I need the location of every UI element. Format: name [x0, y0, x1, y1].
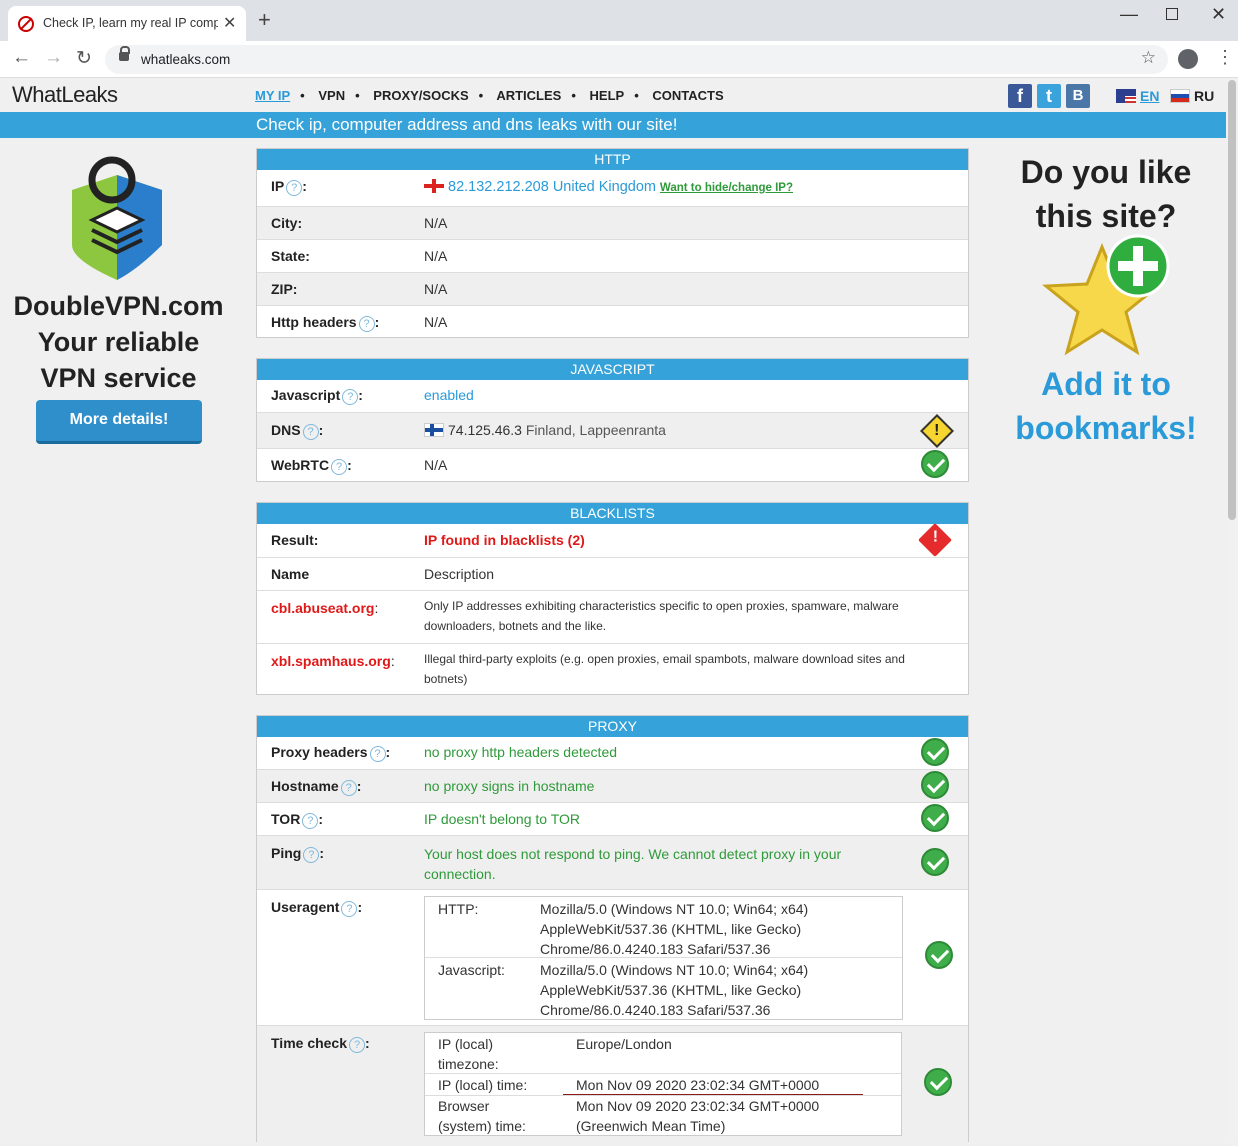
- lang-ru[interactable]: RU: [1170, 88, 1214, 104]
- blacklist-row: cbl.abuseat.org: Only IP addresses exhib…: [257, 590, 968, 643]
- blacklists-section: BLACKLISTS Result: IP found in blacklist…: [256, 502, 969, 695]
- omnibox[interactable]: whatleaks.com ☆: [105, 45, 1168, 74]
- help-icon[interactable]: ?: [286, 180, 303, 196]
- blacklist-row: xbl.spamhaus.org: Illegal third-party ex…: [257, 643, 968, 696]
- time-check-table: IP (local) timezone: Europe/London IP (lo…: [424, 1032, 902, 1136]
- forward-icon[interactable]: →: [44, 47, 63, 69]
- minimize-icon[interactable]: —: [1120, 4, 1138, 25]
- page-scrollbar[interactable]: [1226, 78, 1238, 1142]
- help-icon[interactable]: ?: [369, 746, 386, 762]
- help-icon[interactable]: ?: [302, 813, 319, 829]
- blacklist-columns-row: Name Description: [257, 557, 968, 590]
- ok-check-icon: [921, 450, 949, 478]
- help-icon[interactable]: ?: [303, 847, 320, 863]
- javascript-section: JAVASCRIPT Javascript?: enabled DNS?: 74…: [256, 358, 969, 482]
- state-row: State: N/A: [257, 239, 968, 272]
- lock-icon: [119, 46, 130, 61]
- top-nav: MY IP • VPN • PROXY/SOCKS • ARTICLES • HELP •…: [255, 88, 724, 103]
- nav-help[interactable]: HELP: [590, 88, 625, 103]
- hostname-row: Hostname?: no proxy signs in hostname: [257, 769, 968, 802]
- nav-vpn[interactable]: VPN: [318, 88, 345, 103]
- ip-row: IP?: 82.132.212.208 United Kingdom Want …: [257, 170, 968, 224]
- close-tab-icon[interactable]: ✕: [223, 13, 236, 33]
- nav-contacts[interactable]: CONTACTS: [652, 88, 723, 103]
- time-check-row: Time check?: IP (local) timezone: Europe/…: [257, 1025, 968, 1146]
- us-flag-icon: [1116, 89, 1136, 103]
- doublevpn-shield-icon: [72, 156, 162, 280]
- twitter-icon[interactable]: t: [1037, 84, 1061, 108]
- help-icon[interactable]: ?: [349, 1037, 366, 1053]
- error-icon: !: [918, 523, 952, 557]
- site-banner: Check ip, computer address and dns leaks…: [0, 112, 1226, 138]
- proxy-headers-row: Proxy headers?: no proxy http headers de…: [257, 737, 968, 769]
- ok-check-icon: [921, 771, 949, 799]
- right-ad-bookmark[interactable]: Add it to bookmarks!: [990, 362, 1222, 450]
- uk-flag-icon: [424, 179, 444, 193]
- help-icon[interactable]: ?: [302, 424, 319, 440]
- ru-flag-icon: [1170, 89, 1190, 103]
- ip-value: 82.132.212.208 United Kingdom: [448, 179, 656, 195]
- bookmark-star-icon[interactable]: ☆: [1141, 48, 1156, 68]
- blacklist-result-row: Result: IP found in blacklists (2) !: [257, 523, 968, 557]
- http-headers-row: Http headers?: N/A: [257, 305, 968, 338]
- left-ad-text[interactable]: DoubleVPN.com Your reliable VPN service: [0, 288, 237, 396]
- reload-icon[interactable]: ↻: [76, 47, 92, 70]
- favicon-icon: [18, 16, 34, 32]
- facebook-icon[interactable]: f: [1008, 84, 1032, 108]
- lang-en[interactable]: EN: [1116, 88, 1159, 104]
- useragent-table: HTTP: Mozilla/5.0 (Windows NT 10.0; Win6…: [424, 896, 903, 1020]
- account-icon[interactable]: [1178, 49, 1198, 69]
- proxy-header: PROXY: [257, 716, 968, 737]
- zip-row: ZIP: N/A: [257, 272, 968, 305]
- bookmark-star-add-icon[interactable]: [1040, 232, 1175, 362]
- javascript-header: JAVASCRIPT: [257, 359, 968, 380]
- ok-check-icon: [921, 738, 949, 766]
- ok-check-icon: [921, 804, 949, 832]
- tab-title: Check IP, learn my real IP compu: [43, 16, 218, 30]
- blacklists-header: BLACKLISTS: [257, 503, 968, 524]
- window-close-icon[interactable]: ✕: [1211, 4, 1226, 25]
- useragent-row: Useragent?: HTTP: Mozilla/5.0 (Windows N…: [257, 889, 968, 1025]
- ok-check-icon: [924, 1068, 952, 1096]
- help-icon[interactable]: ?: [342, 389, 359, 405]
- new-tab-icon[interactable]: +: [258, 9, 271, 31]
- ok-check-icon: [921, 848, 949, 876]
- ping-row: Ping?: Your host does not respond to pin…: [257, 835, 968, 889]
- hide-ip-link[interactable]: Want to hide/change IP?: [660, 182, 793, 194]
- site-logo[interactable]: WhatLeaks: [12, 82, 118, 108]
- nav-articles[interactable]: ARTICLES: [496, 88, 561, 103]
- maximize-icon[interactable]: [1166, 8, 1178, 20]
- fi-flag-icon: [424, 423, 444, 437]
- more-details-button[interactable]: More details!: [36, 400, 202, 444]
- scrollbar-thumb[interactable]: [1228, 80, 1236, 520]
- js-row: Javascript?: enabled: [271, 387, 474, 405]
- webrtc-row: WebRTC?: N/A: [257, 448, 968, 482]
- nav-my-ip[interactable]: MY IP: [255, 88, 290, 103]
- vk-icon[interactable]: B: [1066, 84, 1090, 108]
- dns-row: DNS?: 74.125.46.3 Finland, Lappeenranta …: [257, 412, 968, 448]
- nav-proxy[interactable]: PROXY/SOCKS: [373, 88, 468, 103]
- ok-check-icon: [925, 941, 953, 969]
- browser-menu-icon[interactable]: ⋮: [1216, 47, 1234, 68]
- address-bar-row: ← → ↻ whatleaks.com ☆: [0, 41, 1238, 78]
- http-section: HTTP IP?: 82.132.212.208 United Kingdom …: [256, 148, 969, 338]
- http-header: HTTP: [257, 149, 968, 170]
- city-row: City: N/A: [257, 206, 968, 239]
- help-icon[interactable]: ?: [331, 459, 348, 475]
- back-icon[interactable]: ←: [12, 47, 31, 69]
- url-text: whatleaks.com: [141, 52, 231, 67]
- right-ad-question: Do you like this site?: [1020, 154, 1192, 234]
- proxy-section: PROXY Proxy headers?: no proxy http head…: [256, 715, 969, 1146]
- browser-tab[interactable]: Check IP, learn my real IP compu ✕: [8, 6, 246, 41]
- help-icon[interactable]: ?: [358, 316, 375, 332]
- help-icon[interactable]: ?: [340, 780, 357, 796]
- browser-tab-bar: Check IP, learn my real IP compu ✕ + — ✕: [0, 0, 1238, 41]
- help-icon[interactable]: ?: [341, 901, 358, 917]
- tor-row: TOR?: IP doesn't belong to TOR: [257, 802, 968, 835]
- warning-icon: !: [920, 414, 954, 448]
